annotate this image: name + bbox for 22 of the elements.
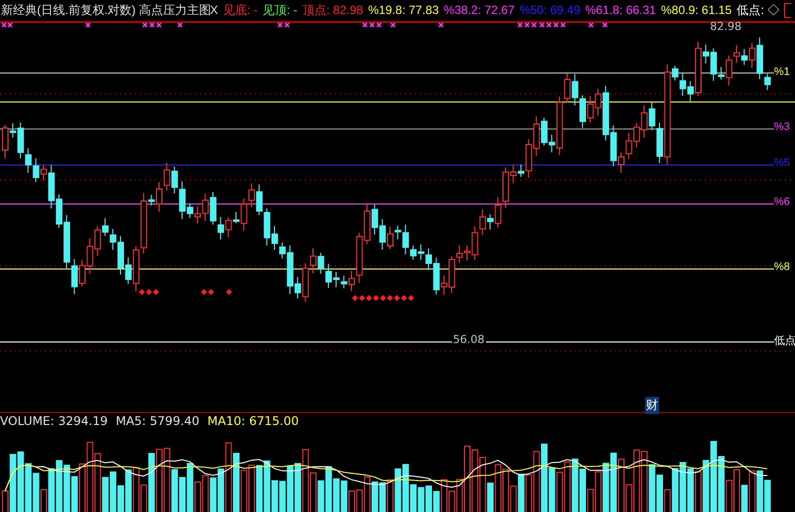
- legend-item: 见底: -: [223, 2, 258, 18]
- chart-title: 新经典(日线.前复权.对数) 高点压力主图: [1, 2, 211, 18]
- legend-item: %19.8: 77.83: [368, 3, 439, 17]
- level-label: %3: [774, 121, 790, 133]
- close-button[interactable]: X: [210, 3, 218, 17]
- legend-item: %61.8: 66.31: [585, 3, 656, 17]
- legend-item: %38.2: 72.67: [444, 3, 515, 17]
- level-label: %5: [774, 157, 790, 169]
- volume-legend-item: MA10: 6715.00: [207, 414, 299, 428]
- legend-item: 低点: ◇: [736, 2, 780, 18]
- volume-legend-item: MA5: 5799.40: [116, 414, 200, 428]
- high-price-label: 82.98: [710, 20, 742, 33]
- legend-item: 见顶: -: [262, 2, 298, 18]
- legend-item: 顶点: 82.98: [302, 2, 364, 18]
- legend-item: %80.9: 61.15: [660, 3, 732, 17]
- low-price-label: 56.08: [452, 333, 486, 346]
- legend-item: %50: 69.49: [520, 3, 580, 17]
- finance-badge[interactable]: 财: [645, 397, 659, 414]
- level-label: %8: [774, 261, 790, 273]
- level-label: %1: [774, 66, 790, 78]
- level-label: %6: [774, 196, 790, 208]
- volume-legend-item: VOLUME: 3294.19: [0, 414, 108, 428]
